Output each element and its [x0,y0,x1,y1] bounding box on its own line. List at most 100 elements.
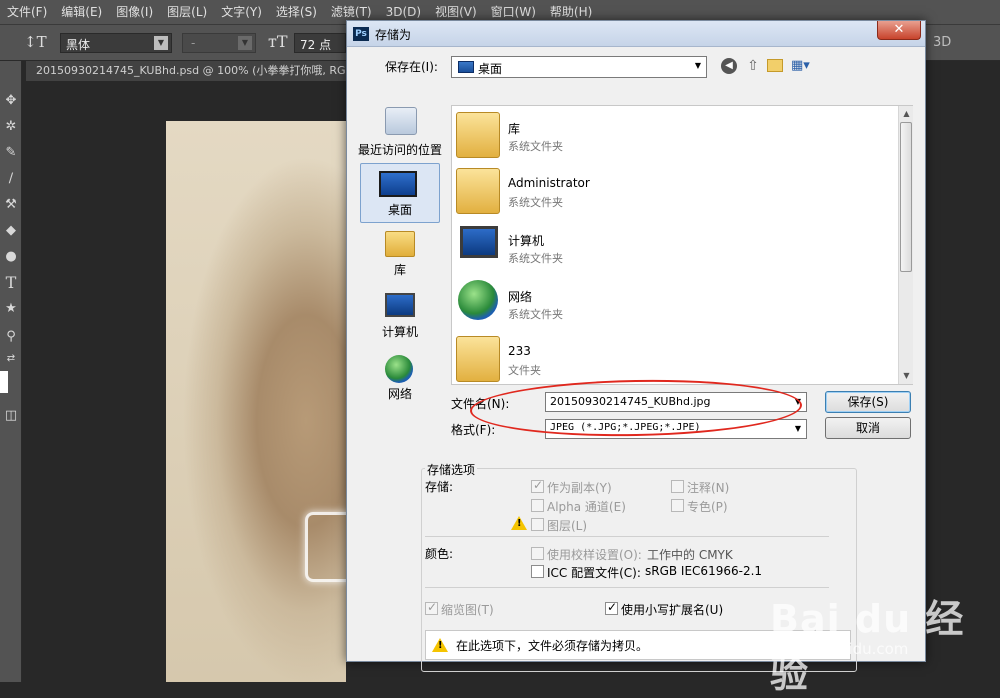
menu-edit[interactable]: 编辑(E) [54,0,109,24]
libraries-folder-icon [456,112,500,158]
document-tab[interactable]: 20150930214745_KUBhd.psd @ 100% (小拳拳打你哦,… [26,61,356,81]
font-size-icon: тT [268,32,288,51]
warning-icon [432,638,448,652]
watermark-url: jingyan.baidu.com [770,640,909,658]
lowercase-ext-checkbox[interactable] [605,600,618,615]
alpha-label: Alpha 通道(E) [547,500,626,514]
place-network[interactable]: 网络 [355,353,445,413]
move-tool-icon[interactable]: ✥ [0,91,22,111]
file-type: 系统文件夹 [508,252,563,265]
magic-wand-tool-icon[interactable]: ✲ [0,117,22,137]
file-list-scrollbar[interactable]: ▲ ▼ [898,106,913,384]
thumbnail-checkbox[interactable] [425,600,438,615]
notes-checkbox[interactable] [671,480,684,493]
eyedropper-tool-icon[interactable]: ✎ [0,143,22,163]
chevron-down-icon: ▼ [238,36,252,50]
back-icon[interactable]: ◀ [721,58,737,74]
menu-image[interactable]: 图像(I) [109,0,160,24]
file-name: 库 [508,122,521,136]
quick-mask-icon[interactable]: ◫ [0,406,22,426]
place-desktop[interactable]: 桌面 [355,163,445,223]
swap-colors-icon[interactable]: ⇄ [0,349,22,369]
menu-select[interactable]: 选择(S) [269,0,324,24]
place-label: 库 [393,263,406,277]
close-button[interactable]: ✕ [877,21,921,40]
font-style-value: - [191,36,196,50]
save-in-select[interactable]: 桌面 ▼ [451,56,707,78]
use-proof-checkbox[interactable] [531,547,544,560]
3d-mode-button[interactable]: 3D [933,35,951,50]
chevron-down-icon: ▼ [794,397,802,406]
menu-layer[interactable]: 图层(L) [160,0,214,24]
save-button[interactable]: 保存(S) [825,391,911,413]
list-item[interactable]: Administrator 系统文件夹 [456,164,896,216]
scroll-up-icon[interactable]: ▲ [899,106,914,121]
icc-label: ICC 配置文件(C): [547,566,641,580]
file-name: Administrator [508,176,590,190]
font-style-select[interactable]: - ▼ [182,33,256,53]
file-name: 233 [508,344,531,358]
desktop-icon [458,61,474,73]
file-name: 网络 [508,290,533,304]
list-item[interactable]: 233 文件夹 [456,332,896,384]
place-label: 网络 [387,387,412,401]
photoshop-app-icon: Ps [353,27,369,41]
text-orientation-icon[interactable]: ↕T [24,33,47,51]
file-type: 系统文件夹 [508,308,563,321]
stamp-tool-icon[interactable]: ⚒ [0,195,22,215]
filename-input[interactable]: 20150930214745_KUBhd.jpg ▼ [545,392,807,412]
watermark: Bai du 经验 jingyan.baidu.com [770,570,1000,696]
as-copy-checkbox[interactable] [531,478,544,493]
shape-tool-icon[interactable]: ★ [0,299,22,319]
file-type: 系统文件夹 [508,196,563,209]
font-size-value: 72 点 [300,38,332,52]
list-item[interactable]: 库 系统文件夹 [456,108,896,160]
filename-value: 20150930214745_KUBhd.jpg [550,395,711,408]
desktop-icon [379,171,417,197]
font-size-input[interactable]: 72 点 [294,33,346,53]
warning-icon [511,516,527,530]
layers-checkbox[interactable] [531,518,544,531]
layers-label: 图层(L) [547,519,588,533]
bucket-tool-icon[interactable]: ◆ [0,221,22,241]
computer-icon [385,293,415,317]
filename-label: 文件名(N): [451,397,510,411]
menu-type[interactable]: 文字(Y) [214,0,269,24]
alpha-checkbox[interactable] [531,499,544,512]
save-in-label: 保存在(I): [385,60,438,74]
new-folder-icon[interactable] [767,59,783,72]
chevron-down-icon: ▼ [694,61,702,70]
list-item[interactable]: 网络 系统文件夹 [456,276,896,328]
format-select[interactable]: JPEG (*.JPG;*.JPEG;*.JPE) ▼ [545,419,807,439]
icc-checkbox[interactable] [531,565,544,578]
canvas-image [166,121,346,682]
type-tool-icon[interactable]: T [0,273,22,293]
zoom-tool-icon[interactable]: ⚲ [0,327,22,347]
place-computer[interactable]: 计算机 [355,291,445,351]
place-libraries[interactable]: 库 [355,229,445,289]
place-recent[interactable]: 最近访问的位置 [355,105,445,165]
font-family-select[interactable]: 黑体 ▼ [60,33,172,53]
cancel-button[interactable]: 取消 [825,417,911,439]
list-item[interactable]: 计算机 系统文件夹 [456,220,896,272]
dialog-titlebar[interactable]: Ps 存储为 ✕ [347,21,925,47]
up-folder-icon[interactable]: ⇧ [745,58,761,74]
font-family-value: 黑体 [66,38,91,52]
view-menu-icon[interactable]: ▦▾ [791,58,817,74]
foreground-color-swatch[interactable] [0,371,8,393]
save-in-value: 桌面 [478,62,503,76]
separator [425,536,829,537]
dialog-body: 保存在(I): 桌面 ▼ ◀ ⇧ ▦▾ 最近访问的位置 桌面 库 计算机 网络 … [347,47,925,672]
spot-checkbox[interactable] [671,499,684,512]
notes-label: 注释(N) [687,481,730,495]
toolbox: ✥ ✲ ✎ ∕ ⚒ ◆ ● T ★ ⚲ ⇄ ◫ [0,61,22,682]
chevron-down-icon: ▼ [154,36,168,50]
scroll-down-icon[interactable]: ▼ [899,368,914,383]
brush-tool-icon[interactable]: ∕ [0,169,22,189]
as-copy-label: 作为副本(Y) [547,481,612,495]
dodge-tool-icon[interactable]: ● [0,247,22,267]
menu-file[interactable]: 文件(F) [0,0,54,24]
cancel-button-label: 取消 [855,421,880,435]
scrollbar-thumb[interactable] [900,122,912,272]
warning-text: 在此选项下，文件必须存储为拷贝。 [456,639,649,653]
